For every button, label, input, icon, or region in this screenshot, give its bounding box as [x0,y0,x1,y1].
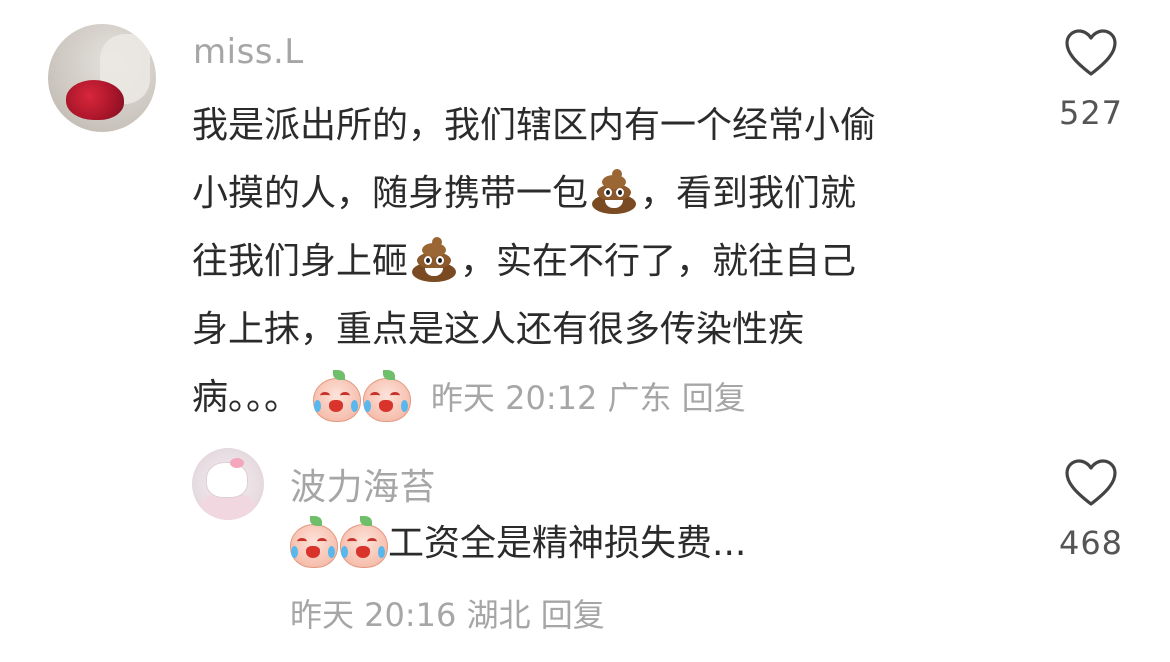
comment-text-segment: 往我们身上砸 [192,241,409,282]
comment-text-segment: 小摸的人，随身携带一包 [192,173,589,214]
comment-line: 小摸的人，随身携带一包 ，看到我们就 [192,160,1032,228]
comment-meta: 昨天 20:12 广东 回复 [431,379,746,417]
reply-timestamp: 昨天 20:16 [290,596,457,634]
comment-text-segment: ，实在不行了，就往自己 [460,241,857,282]
poop-icon [410,236,458,284]
comment-text-segment: ，看到我们就 [640,173,857,214]
comment-text-segment: 病。。。 [192,377,301,418]
avatar-photo-bow [230,458,244,468]
comment-line: 身上抹，重点是这人还有很多传染性疾 [192,296,1032,364]
comment-line: 往我们身上砸 ，实在不行了，就往自己 [192,228,1032,296]
comment-timestamp: 昨天 20:12 [430,379,598,417]
commenter-username[interactable]: miss.L [193,32,304,72]
crying-face-icon [288,516,338,568]
comment-text-segment: 身上抹，重点是这人还有很多传染性疾 [192,309,805,350]
like-count: 527 [1058,94,1124,132]
comment-line: 病。。。 昨天 20:12 广东 回复 [192,364,1032,432]
like-control[interactable]: 527 [1046,28,1136,132]
heart-icon[interactable] [1064,28,1118,78]
poop-icon [590,168,638,216]
commenter-avatar[interactable] [48,24,156,132]
like-control[interactable]: 468 [1046,458,1136,562]
reply-button[interactable]: 回复 [682,379,746,417]
crying-face-icon [311,370,362,422]
comment-line: 我是派出所的，我们辖区内有一个经常小偷 [192,92,1032,160]
comment-location: 广东 [607,379,672,417]
avatar-photo-roses [66,80,124,120]
reply-meta: 昨天 20:16 湖北 回复 [290,590,605,636]
avatar-photo-kitty [206,462,248,498]
replier-username[interactable]: 波力海苔 [290,458,436,510]
heart-icon[interactable] [1064,458,1118,508]
like-count: 468 [1058,524,1124,562]
reply-location: 湖北 [466,596,531,634]
comment-body: 我是派出所的，我们辖区内有一个经常小偷 小摸的人，随身携带一包 ，看到我们就 往我… [192,92,1032,432]
crying-face-icon [338,516,388,568]
crying-face-icon [361,370,412,422]
reply-button[interactable]: 回复 [541,596,605,634]
replier-avatar[interactable] [192,448,264,520]
comment-text-segment: 我是派出所的，我们辖区内有一个经常小偷 [192,105,877,146]
reply-body: 工资全是精神损失费... [288,516,746,572]
reply-text: 工资全是精神损失费... [388,523,747,564]
